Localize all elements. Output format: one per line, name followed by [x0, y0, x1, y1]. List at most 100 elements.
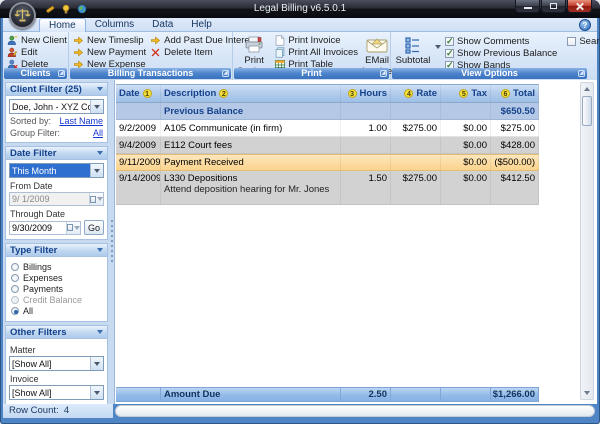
quick-access-icon-3[interactable] [76, 3, 88, 15]
through-date-input[interactable]: 9/30/2009 [9, 221, 81, 235]
radio-billings[interactable]: Billings [11, 262, 104, 272]
grid-row-previous-balance[interactable]: Previous Balance $650.50 [116, 103, 539, 120]
new-timeslip-button[interactable]: New Timeslip [73, 35, 146, 46]
grid-row[interactable]: 9/4/2009 E112 Court fees $0.00 $428.00 [116, 137, 539, 154]
edit-client-button[interactable]: Edit [7, 47, 67, 58]
horizontal-scrollbar[interactable] [115, 405, 595, 417]
chevron-down-icon [97, 330, 103, 334]
amount-due-label: Amount Due [161, 388, 341, 401]
date-filter-header[interactable]: Date Filter [6, 147, 107, 160]
main-area: Client Filter (25) Doe, John - XYZ Corpo… [3, 80, 597, 404]
client-filter-header[interactable]: Client Filter (25) [6, 83, 107, 96]
window-title: Legal Billing v6.5.0.1 [0, 3, 600, 14]
column-header-date[interactable]: Date1 [116, 85, 161, 102]
chevron-down-icon [90, 357, 103, 370]
group-filter-link[interactable]: All [93, 128, 103, 138]
new-client-person-icon [7, 35, 18, 46]
chevron-down-icon [90, 386, 103, 399]
dialog-launcher-icon[interactable] [58, 70, 65, 77]
new-payment-button[interactable]: New Payment [73, 47, 146, 58]
subtotal-outline-icon [404, 35, 422, 55]
amount-due-total: $1,266.00 [491, 388, 539, 401]
scroll-up-arrow[interactable] [581, 83, 593, 95]
maximize-button[interactable] [541, 0, 566, 13]
tab-help[interactable]: Help [182, 18, 221, 32]
grid-row[interactable]: 9/2/2009 A105 Communicate (in firm) 1.00… [116, 120, 539, 137]
scroll-down-arrow[interactable] [581, 387, 593, 399]
radio-payments[interactable]: Payments [11, 284, 104, 294]
type-filter-header[interactable]: Type Filter [6, 244, 107, 257]
chevron-down-icon [97, 248, 103, 252]
scrollbar-thumb[interactable] [582, 96, 592, 126]
search-footer-label: Search Footer [579, 36, 600, 47]
print-invoice-label: Print Invoice [288, 35, 340, 46]
tab-home[interactable]: Home [39, 18, 86, 32]
scales-of-justice-icon [14, 7, 31, 24]
quick-access-icon-2[interactable] [60, 3, 72, 15]
invoice-select[interactable]: [Show All] [9, 385, 104, 400]
close-button[interactable] [567, 0, 592, 13]
client-select[interactable]: Doe, John - XYZ Corporation [9, 99, 104, 114]
column-header-total[interactable]: 6Total [491, 85, 539, 102]
yellow-arrow-icon [73, 47, 84, 58]
column-number-badge: 2 [219, 89, 228, 98]
subtotal-label: Subtotal [396, 55, 431, 66]
group-filter-label: Group Filter: [10, 128, 60, 138]
help-icon[interactable] [579, 19, 591, 31]
new-client-button[interactable]: New Client [7, 35, 67, 46]
show-previous-balance-checkbox[interactable]: Show Previous Balance [445, 48, 557, 59]
edit-client-label: Edit [21, 47, 37, 58]
ribbon-group-print: Print Settings Print Invoice Print All I… [233, 32, 391, 80]
app-window: Legal Billing v6.5.0.1 Home Columns Data… [0, 0, 600, 424]
print-all-invoices-button[interactable]: Print All Invoices [275, 47, 358, 58]
close-icon [575, 2, 584, 11]
radio-expenses[interactable]: Expenses [11, 273, 104, 283]
ribbon-tab-row: Home Columns Data Help [3, 18, 597, 32]
row-description: L330 Depositions [164, 173, 337, 184]
radio-all[interactable]: All [11, 306, 104, 316]
through-date-label: Through Date [10, 209, 104, 219]
quick-access-icon-1[interactable] [44, 3, 56, 15]
go-button[interactable]: Go [84, 220, 104, 235]
client-filter-panel: Client Filter (25) Doe, John - XYZ Corpo… [5, 82, 108, 143]
chevron-down-icon[interactable] [435, 45, 441, 49]
show-comments-checkbox[interactable]: Show Comments [445, 36, 557, 47]
print-invoice-button[interactable]: Print Invoice [275, 35, 358, 46]
filter-sidebar: Client Filter (25) Doe, John - XYZ Corpo… [3, 80, 110, 404]
column-header-description[interactable]: Description2 [161, 85, 341, 102]
column-header-hours[interactable]: 3Hours [341, 85, 391, 102]
ribbon-group-billing-transactions: New Timeslip New Payment New Expense Add [69, 32, 233, 80]
other-filters-title: Other Filters [10, 327, 67, 338]
show-comments-label: Show Comments [457, 36, 529, 47]
from-date-input[interactable]: 9/ 1/2009 [9, 192, 104, 206]
grid-row-payment[interactable]: 9/11/2009 Payment Received $0.00 ($500.0… [116, 154, 539, 171]
tab-columns[interactable]: Columns [86, 18, 143, 32]
search-footer-checkbox[interactable]: Search Footer [567, 36, 600, 47]
red-x-icon [150, 47, 161, 58]
through-date-value: 9/30/2009 [10, 223, 66, 233]
column-header-rate[interactable]: 4Rate [391, 85, 441, 102]
column-number-badge: 6 [501, 89, 510, 98]
subtotal-button[interactable]: Subtotal [391, 33, 435, 66]
dialog-launcher-icon[interactable] [578, 70, 585, 77]
grid-row[interactable]: 9/14/2009 L330 Depositions Attend deposi… [116, 171, 539, 205]
dialog-launcher-icon[interactable] [222, 70, 229, 77]
date-range-select[interactable]: This Month [9, 163, 104, 178]
application-menu-button[interactable] [9, 2, 36, 29]
billing-transactions-group-caption: Billing Transactions [70, 68, 231, 79]
other-filters-header[interactable]: Other Filters [6, 326, 107, 339]
sorted-by-link[interactable]: Last Name [59, 116, 103, 126]
matter-select[interactable]: [Show All] [9, 356, 104, 371]
minimize-button[interactable] [515, 0, 540, 13]
printer-icon [244, 35, 264, 55]
row-count-value: 4 [64, 405, 69, 416]
column-header-tax[interactable]: 5Tax [441, 85, 491, 102]
dialog-launcher-icon[interactable] [380, 70, 387, 77]
chevron-down-icon [97, 151, 103, 155]
radio-icon [11, 274, 19, 282]
ribbon-group-view-options: Subtotal Show Comments Show Previous Bal… [391, 32, 597, 80]
vertical-scrollbar[interactable] [580, 82, 594, 400]
calendar-icon [89, 193, 103, 205]
clients-group-caption: Clients [4, 68, 67, 79]
tab-data[interactable]: Data [143, 18, 182, 32]
